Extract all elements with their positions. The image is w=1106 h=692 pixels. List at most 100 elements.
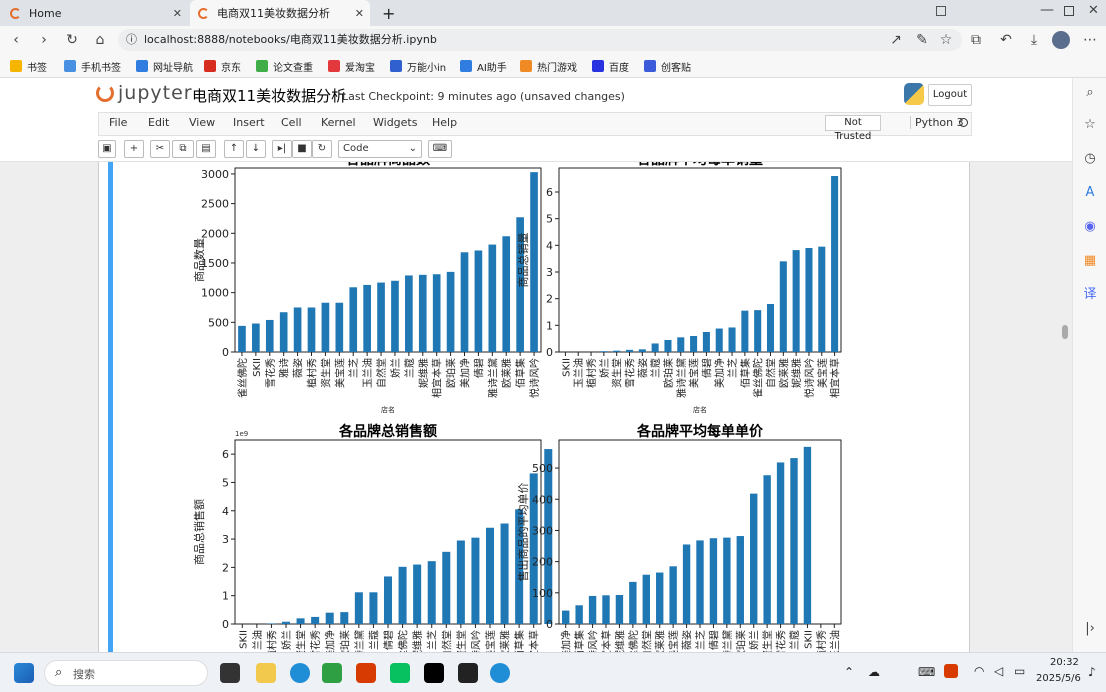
scrollbar-thumb[interactable] (1062, 325, 1068, 339)
favorite-icon[interactable]: ☆ (936, 30, 956, 50)
paste-icon[interactable]: ▤ (196, 140, 216, 158)
url-field[interactable]: ⓘ localhost:8888/notebooks/电商双11美妆数据分析.i… (118, 29, 962, 51)
task-view-icon[interactable] (220, 663, 240, 683)
cut-icon[interactable]: ✂ (150, 140, 170, 158)
copy-icon[interactable]: ⧉ (172, 140, 194, 158)
x-tick-label: 悦诗风吟 (803, 358, 816, 398)
bookmark-item[interactable]: 爱淘宝 (328, 58, 375, 74)
stop-icon[interactable]: ■ (292, 140, 312, 158)
pycharm-icon[interactable] (424, 663, 444, 683)
menu-edit[interactable]: Edit (148, 116, 169, 129)
site-info-icon[interactable]: ⓘ (126, 29, 137, 51)
save-icon[interactable]: ▣ (98, 140, 116, 158)
app-tray-icon[interactable] (944, 664, 958, 678)
translate-icon[interactable]: 译 (1081, 286, 1099, 304)
maximize-icon[interactable] (1064, 6, 1074, 16)
close-tab-icon[interactable]: ✕ (173, 7, 182, 20)
terminal-icon[interactable] (458, 663, 478, 683)
menu-view[interactable]: View (189, 116, 215, 129)
browser-icon[interactable] (490, 663, 510, 683)
history-icon[interactable]: ↶ (996, 30, 1016, 50)
close-window-icon[interactable]: ✕ (1088, 3, 1099, 18)
cell-type-select[interactable]: Code ⌄ (338, 140, 422, 158)
bookmark-item[interactable]: AI助手 (460, 58, 507, 74)
tray-chevron-icon[interactable]: ⌃ (844, 665, 854, 679)
collapse-icon[interactable]: |› (1081, 620, 1099, 638)
add-cell-icon[interactable]: + (124, 140, 144, 158)
move-up-icon[interactable]: ↑ (224, 140, 244, 158)
favorites-icon[interactable]: ☆ (1081, 116, 1099, 134)
trust-indicator[interactable]: Not Trusted (825, 115, 881, 142)
jupyter-logo-text[interactable]: jupyter (118, 82, 193, 104)
bookmark-item[interactable]: 手机书签 (64, 58, 121, 74)
tab-home[interactable]: Home ✕ (2, 0, 188, 26)
reload-icon[interactable]: ↻ (62, 30, 82, 50)
history-icon[interactable]: ◷ (1081, 150, 1099, 168)
x-tick-label: 兰芝 (426, 630, 439, 650)
x-tick-label: 倩碧 (700, 358, 713, 378)
start-icon[interactable] (14, 663, 34, 683)
more-icon[interactable]: ⋯ (1080, 30, 1100, 50)
move-down-icon[interactable]: ↓ (246, 140, 266, 158)
game-icon[interactable]: ◉ (1081, 218, 1099, 236)
bookmark-item[interactable]: 万能小in (390, 58, 446, 74)
restart-icon[interactable]: ↻ (312, 140, 332, 158)
forward-icon[interactable]: › (34, 30, 54, 50)
notification-icon[interactable]: ♪ (1088, 665, 1096, 679)
bar (728, 327, 736, 352)
wps-icon[interactable] (356, 663, 376, 683)
volume-icon[interactable]: ◁ (994, 664, 1003, 678)
menu-help[interactable]: Help (432, 116, 457, 129)
home-icon[interactable]: ⌂ (90, 30, 110, 50)
back-icon[interactable]: ‹ (6, 30, 26, 50)
ime-icon[interactable]: ⌨ (918, 665, 935, 679)
notebook-name[interactable]: 电商双11美妆数据分析 (192, 85, 346, 106)
x-tick-label: 雅诗兰黛 (721, 630, 734, 652)
logout-button[interactable]: Logout (928, 84, 972, 106)
jupyter-header: jupyter 电商双11美妆数据分析 Last Checkpoint: 9 m… (0, 78, 1072, 162)
ext-icon[interactable]: ✎ (912, 30, 932, 50)
bookmark-item[interactable]: 论文查重 (256, 58, 313, 74)
wechat-icon[interactable] (390, 663, 410, 683)
windows-taskbar: ⌕ 搜索 ⌃ ☁ ⌨ ◠ ◁ ▭ 20:32 2025/5/6 ♪ (0, 652, 1106, 692)
search-icon[interactable]: ⌕ (1081, 84, 1099, 102)
profile-avatar[interactable] (1052, 31, 1070, 49)
menu-insert[interactable]: Insert (233, 116, 265, 129)
keyboard-icon[interactable]: ⌨ (428, 140, 452, 158)
minimize-icon[interactable]: — (1040, 2, 1054, 18)
new-tab-button[interactable]: + (374, 0, 400, 26)
taskbar-search[interactable]: ⌕ 搜索 (44, 660, 208, 686)
bookmark-item[interactable]: 创客贴 (644, 58, 691, 74)
close-tab-icon[interactable]: ✕ (355, 7, 364, 20)
menu-widgets[interactable]: Widgets (373, 116, 417, 129)
share-icon[interactable]: ↗ (886, 30, 906, 50)
cloud-icon[interactable]: ☁ (868, 665, 880, 679)
clock-time[interactable]: 20:32 (1050, 657, 1079, 668)
paper-check-icon (256, 60, 268, 72)
menu-file[interactable]: File (109, 116, 127, 129)
ai-icon[interactable]: A (1081, 184, 1099, 202)
bookmark-item[interactable]: 百度 (592, 58, 629, 74)
file-explorer-icon[interactable] (256, 663, 276, 683)
toolbox-icon[interactable]: ▦ (1081, 252, 1099, 270)
bookmark-item[interactable]: 京东 (204, 58, 241, 74)
download-icon[interactable]: ⤓ (1024, 30, 1044, 50)
window-tile-icon[interactable] (936, 6, 946, 16)
bookmark-item[interactable]: 网址导航 (136, 58, 193, 74)
cell-type-value: Code (343, 143, 369, 154)
x-tick-label: 薇姿 (636, 358, 649, 378)
run-icon[interactable]: ▸| (272, 140, 292, 158)
wifi-icon[interactable]: ◠ (974, 664, 984, 678)
edge-icon[interactable] (290, 663, 310, 683)
menu-kernel[interactable]: Kernel (321, 116, 356, 129)
bookmark-item[interactable]: 书签 (10, 58, 47, 74)
bookmark-item[interactable]: 热门游戏 (520, 58, 577, 74)
tab-notebook[interactable]: 电商双11美妆数据分析 ✕ (190, 0, 370, 26)
battery-icon[interactable]: ▭ (1014, 664, 1025, 678)
clock-date[interactable]: 2025/5/6 (1036, 673, 1081, 684)
jupyter-logo-icon[interactable] (96, 84, 114, 102)
extensions-icon[interactable]: ⧉ (966, 30, 986, 50)
bar (238, 325, 246, 352)
store-icon[interactable] (322, 663, 342, 683)
menu-cell[interactable]: Cell (281, 116, 302, 129)
